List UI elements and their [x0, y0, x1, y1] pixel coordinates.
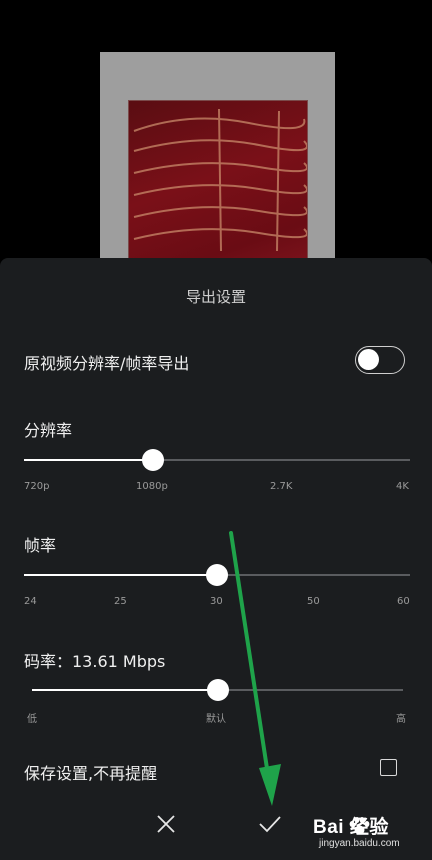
resolution-tick: 720p: [24, 481, 50, 492]
frame-rate-ticks: 24 25 30 50 60: [24, 596, 410, 610]
save-settings-label: 保存设置,不再提醒: [24, 764, 158, 783]
slider-fill: [24, 459, 153, 461]
check-icon: [259, 816, 281, 833]
resolution-tick: 2.7K: [270, 481, 293, 492]
frame-rate-slider-thumb[interactable]: [206, 564, 228, 586]
frame-rate-slider[interactable]: [24, 563, 410, 587]
original-export-toggle[interactable]: [355, 346, 405, 374]
watermark-url: jingyan.baidu.com: [319, 838, 400, 849]
original-export-label: 原视频分辨率/帧率导出: [24, 354, 190, 373]
bitrate-ticks: 低 默认 高: [24, 710, 410, 725]
bitrate-tick: 默认: [206, 714, 226, 725]
bitrate-slider[interactable]: [32, 678, 403, 702]
video-preview: 脱单: [0, 0, 432, 262]
resolution-slider[interactable]: [24, 448, 410, 472]
frame-rate-tick: 60: [397, 596, 410, 607]
resolution-tick: 4K: [396, 481, 409, 492]
confirm-button[interactable]: [256, 810, 284, 838]
sheet-title: 导出设置: [185, 288, 246, 306]
poster-photo: 脱单: [128, 100, 308, 262]
frame-rate-tick: 50: [307, 596, 320, 607]
frame-rate-label: 帧率: [24, 536, 57, 555]
poster-frame: 脱单: [100, 52, 335, 262]
frame-rate-tick: 24: [24, 596, 37, 607]
frame-rate-tick: 25: [114, 596, 127, 607]
bitrate-label: 码率：13.61 Mbps: [24, 652, 166, 671]
bitrate-slider-thumb[interactable]: [206, 679, 229, 701]
bitrate-tick: 低: [27, 714, 37, 725]
toggle-knob: [358, 349, 379, 370]
resolution-tick: 1080p: [136, 481, 168, 492]
bitrate-tick: 高: [396, 714, 406, 725]
resolution-slider-thumb[interactable]: [141, 449, 164, 471]
resolution-label: 分辨率: [24, 421, 73, 440]
resolution-ticks: 720p 1080p 2.7K 4K: [24, 481, 410, 495]
close-icon: [157, 815, 175, 833]
watermark: Bai 经验 jingyan.baidu.com: [313, 812, 423, 856]
paw-icon: [349, 817, 370, 835]
slider-fill: [24, 574, 217, 576]
slider-fill: [32, 689, 218, 691]
export-settings-sheet: 导出设置 原视频分辨率/帧率导出 分辨率 720p 1080p 2.7K 4K …: [0, 258, 432, 860]
cancel-button[interactable]: [152, 810, 180, 838]
frame-rate-tick: 30: [210, 596, 223, 607]
save-settings-checkbox[interactable]: [380, 759, 397, 776]
